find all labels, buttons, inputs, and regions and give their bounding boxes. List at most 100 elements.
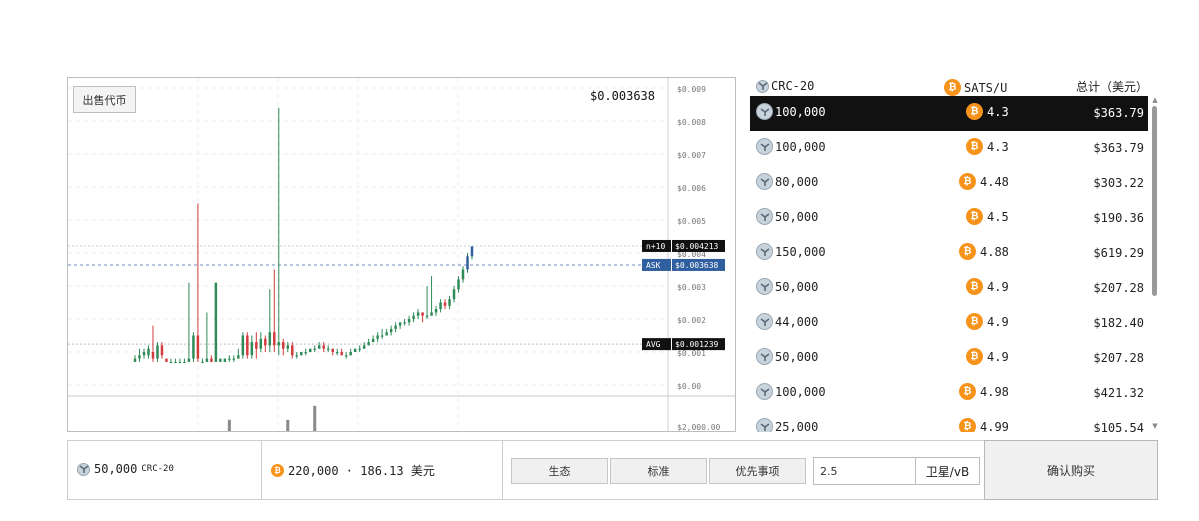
- scroll-down-icon[interactable]: ▼: [1150, 422, 1160, 430]
- candle-body: [461, 269, 465, 280]
- row-rate: 4.88: [980, 244, 1009, 259]
- candle-body: [326, 348, 330, 350]
- order-book-row[interactable]: 100,000 ₿ 4.3 $363.79: [750, 131, 1148, 166]
- row-quantity: 150,000: [775, 244, 826, 259]
- candle-body: [237, 355, 240, 359]
- row-quantity: 100,000: [775, 104, 826, 119]
- crc-token-icon: [756, 313, 773, 330]
- candle-body: [259, 338, 263, 349]
- scroll-up-icon[interactable]: ▲: [1150, 96, 1160, 104]
- candle-body: [335, 352, 339, 354]
- row-rate: 4.98: [980, 384, 1009, 399]
- order-book-row[interactable]: 50,000 ₿ 4.9 $207.28: [750, 341, 1148, 376]
- candle-body: [187, 358, 191, 362]
- candle-body: [246, 335, 249, 356]
- crc-token-icon: [756, 278, 773, 295]
- row-quantity: 100,000: [775, 384, 826, 399]
- candle-body: [362, 345, 366, 349]
- candle-body: [201, 361, 204, 364]
- candle-body: [214, 282, 218, 362]
- candle-body: [228, 358, 231, 360]
- fee-priority-button[interactable]: 优先事项: [709, 458, 806, 484]
- candle-body: [452, 289, 456, 300]
- y-tick-label: $0.001: [677, 349, 706, 358]
- price-chart-panel: $0.009 $0.008 $0.007 $0.006 $0.005 $0.004 $0.0…: [67, 77, 736, 432]
- candle-body: [291, 345, 294, 356]
- candle-body: [313, 348, 316, 350]
- candle-body: [165, 358, 168, 362]
- price-tag-label: n+10: [646, 242, 665, 251]
- confirm-buy-button[interactable]: 确认购买: [984, 440, 1158, 500]
- bitcoin-icon: ₿: [959, 243, 976, 260]
- y-tick-label: $0.00: [677, 382, 701, 391]
- volume-bar: [313, 405, 317, 431]
- order-book-header: CRC-20 ₿ SATS/U 总计（美元）: [750, 76, 1160, 98]
- header-token-column: CRC-20: [756, 79, 814, 93]
- price-tag-value: $0.003638: [675, 261, 719, 270]
- candle-body: [407, 319, 411, 323]
- row-rate: 4.99: [980, 419, 1009, 433]
- row-amount: $303.22: [1093, 176, 1144, 190]
- bitcoin-icon: ₿: [966, 278, 983, 295]
- bitcoin-icon: ₿: [271, 464, 284, 477]
- candle-body: [353, 348, 357, 352]
- fee-standard-button[interactable]: 标准: [610, 458, 707, 484]
- row-rate: 4.48: [980, 174, 1009, 189]
- scroll-thumb[interactable]: [1152, 106, 1157, 296]
- order-book-row[interactable]: 50,000 ₿ 4.9 $207.28: [750, 271, 1148, 306]
- crc-token-icon: [756, 208, 773, 225]
- candle-body: [344, 355, 348, 357]
- order-book-row[interactable]: 100,000 ₿ 4.3 $363.79: [750, 96, 1148, 131]
- order-quantity-token: CRC-20: [141, 464, 174, 474]
- candle-body: [331, 348, 334, 352]
- order-book-row[interactable]: 100,000 ₿ 4.98 $421.32: [750, 376, 1148, 411]
- current-price: $0.003638: [589, 89, 655, 103]
- candle-body: [322, 345, 325, 349]
- candle-body: [196, 335, 200, 359]
- crc-token-icon: [756, 383, 773, 400]
- candle-body: [241, 335, 245, 356]
- row-rate: 4.9: [987, 349, 1009, 364]
- candle-body: [178, 361, 182, 364]
- row-rate: 4.3: [987, 104, 1009, 119]
- candle-body: [466, 256, 469, 270]
- y-tick-label: $0.008: [677, 118, 706, 127]
- candle-body: [169, 361, 173, 364]
- candle-body: [416, 312, 420, 316]
- row-amount: $190.36: [1093, 211, 1144, 225]
- candlestick-chart: $0.009$0.008$0.007$0.006$0.005$0.004$0.0…: [68, 78, 735, 431]
- order-book-scrollbar[interactable]: ▲ ▼: [1150, 96, 1160, 432]
- fee-rate-input[interactable]: [813, 457, 916, 485]
- y-tick-label: $0.007: [677, 151, 706, 160]
- fee-eco-button[interactable]: 生态: [511, 458, 608, 484]
- order-bar: 50,000 CRC-20 ₿ 220,000 · 186.13 美元 生态 标…: [67, 440, 985, 500]
- candle-body: [309, 348, 312, 352]
- candle-body: [205, 358, 209, 362]
- bitcoin-icon: ₿: [959, 383, 976, 400]
- crc-token-icon: [756, 103, 773, 120]
- bitcoin-icon: ₿: [959, 418, 976, 432]
- candle-body: [443, 302, 447, 306]
- price-tag-label: AVG: [646, 340, 661, 349]
- bitcoin-icon: ₿: [966, 348, 983, 365]
- candle-body: [273, 332, 276, 346]
- order-book-row[interactable]: 80,000 ₿ 4.48 $303.22: [750, 166, 1148, 201]
- order-book-row[interactable]: 44,000 ₿ 4.9 $182.40: [750, 306, 1148, 341]
- candle-body: [300, 352, 303, 356]
- header-token-label: CRC-20: [771, 79, 815, 93]
- row-rate: 4.9: [987, 279, 1009, 294]
- y-tick-label: $0.003: [677, 283, 706, 292]
- header-rate-label: SATS/U: [964, 80, 1008, 95]
- candle-body: [174, 361, 177, 364]
- order-book-row[interactable]: 150,000 ₿ 4.88 $619.29: [750, 236, 1148, 271]
- candle-body: [183, 361, 186, 364]
- candle-body: [457, 279, 460, 290]
- bitcoin-icon: ₿: [966, 103, 983, 120]
- order-book-row[interactable]: 25,000 ₿ 4.99 $105.54: [750, 411, 1148, 432]
- order-book-row[interactable]: 50,000 ₿ 4.5 $190.36: [750, 201, 1148, 236]
- candle-body: [448, 299, 451, 306]
- row-quantity: 44,000: [775, 314, 819, 329]
- crc-token-icon: [756, 79, 769, 93]
- candle-body: [371, 338, 375, 343]
- sell-token-button[interactable]: 出售代币: [73, 86, 136, 113]
